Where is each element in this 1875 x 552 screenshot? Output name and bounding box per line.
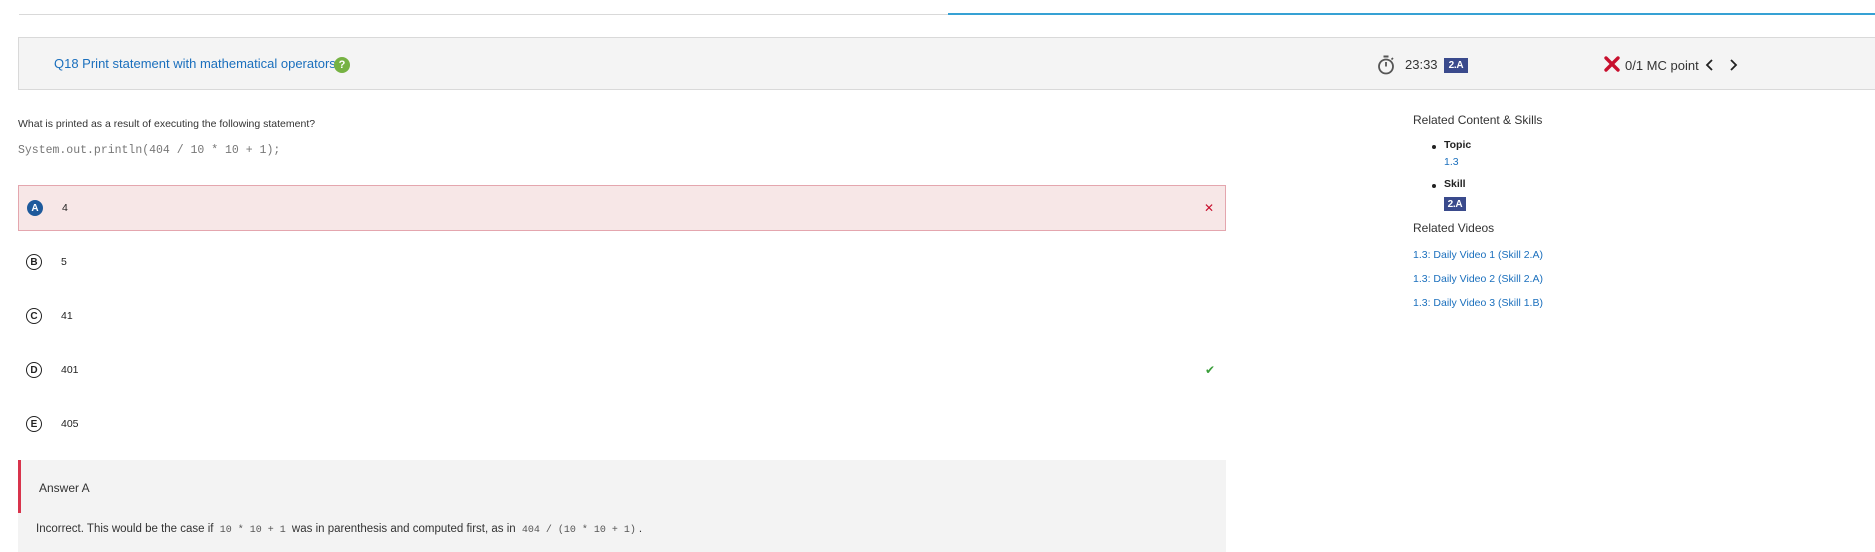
explanation-text-after: .: [638, 523, 643, 535]
stopwatch-icon: [1378, 55, 1394, 75]
explanation-text-before: Incorrect. This would be the case if: [36, 523, 214, 535]
choice-letter: A: [27, 200, 43, 216]
explanation-text-middle: was in parenthesis and computed first, a…: [291, 523, 516, 535]
explanation-code-2: 404 / (10 * 10 + 1): [521, 525, 636, 536]
video-link-1[interactable]: 1.3: Daily Video 1 (Skill 2.A): [1413, 249, 1543, 261]
video-link-2[interactable]: 1.3: Daily Video 2 (Skill 2.A): [1413, 273, 1543, 285]
related-videos-title: Related Videos: [1413, 221, 1495, 235]
score-text: 0/1 MC point: [1625, 58, 1699, 73]
choice-b[interactable]: B 5: [18, 239, 1226, 285]
skill-badge[interactable]: 2.A: [1444, 197, 1466, 211]
skill-label: Skill: [1444, 178, 1466, 190]
choice-letter: B: [26, 254, 42, 270]
topic-link[interactable]: 1.3: [1444, 156, 1459, 168]
timer-text: 23:33: [1405, 57, 1438, 72]
choice-e[interactable]: E 405: [18, 401, 1226, 447]
explanation-code-1: 10 * 10 + 1: [219, 525, 286, 536]
question-title[interactable]: Q18 Print statement with mathematical op…: [54, 56, 336, 71]
progress-bar: [948, 13, 1875, 15]
choice-text: 401: [61, 364, 79, 376]
topic-label: Topic: [1444, 139, 1472, 151]
video-link-3[interactable]: 1.3: Daily Video 3 (Skill 1.B): [1413, 297, 1543, 309]
choice-text: 5: [61, 256, 67, 268]
chevron-right-icon[interactable]: [1727, 58, 1739, 72]
choice-c[interactable]: C 41: [18, 293, 1226, 339]
explanation-text: Incorrect. This would be the case if 10 …: [36, 523, 642, 536]
skill-badge: 2.A: [1444, 58, 1468, 73]
choice-text: 41: [61, 310, 73, 322]
checkmark-icon: ✔: [1204, 363, 1215, 377]
explanation-title: Answer A: [39, 481, 90, 495]
choice-text: 405: [61, 418, 79, 430]
chevron-left-icon[interactable]: [1704, 58, 1716, 72]
choice-letter: D: [26, 362, 42, 378]
help-icon[interactable]: ?: [334, 57, 350, 73]
explanation-accent-bar: [18, 460, 21, 513]
choice-letter: C: [26, 308, 42, 324]
bullet: [1432, 145, 1436, 149]
answer-explanation: [18, 460, 1226, 552]
choice-letter: E: [26, 416, 42, 432]
bullet: [1432, 184, 1436, 188]
choice-d[interactable]: D 401 ✔: [18, 347, 1226, 393]
question-prompt: What is printed as a result of executing…: [18, 118, 316, 130]
choice-a[interactable]: A 4 ✕: [18, 185, 1226, 231]
code-snippet: System.out.println(404 / 10 * 10 + 1);: [18, 144, 281, 157]
choice-text: 4: [62, 202, 68, 214]
related-content-title: Related Content & Skills: [1413, 113, 1543, 127]
close-icon: ✕: [1203, 201, 1214, 215]
incorrect-icon: [1604, 56, 1620, 72]
